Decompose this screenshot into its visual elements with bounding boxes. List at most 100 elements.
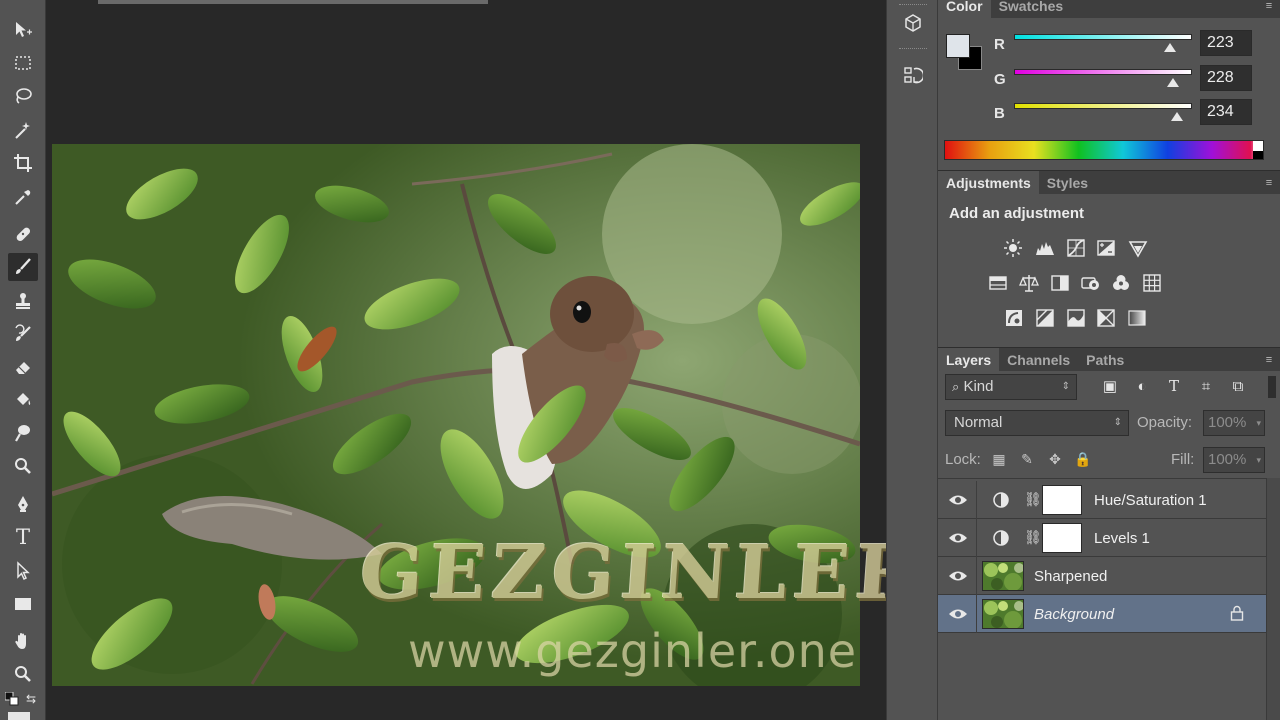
marquee-tool-icon[interactable] (8, 49, 38, 77)
dock-grip[interactable] (899, 4, 927, 7)
opacity-input[interactable]: 100% ▾ (1203, 410, 1265, 436)
lock-position-icon[interactable]: ✥ (1046, 450, 1064, 468)
channel-slider-track[interactable] (1014, 34, 1192, 40)
channel-mixer-icon[interactable] (1110, 272, 1132, 294)
channel-value-input[interactable]: 228 (1200, 65, 1252, 91)
rectangle-tool-icon[interactable] (8, 590, 38, 618)
lock-paint-icon[interactable]: ✎ (1018, 450, 1036, 468)
tab-paths[interactable]: Paths (1078, 348, 1132, 371)
fg-color-chip[interactable] (8, 712, 30, 720)
layer-name[interactable]: Hue/Saturation 1 (1094, 492, 1207, 509)
layer-row-background[interactable]: Background (938, 595, 1266, 633)
layers-scrollbar[interactable] (1266, 478, 1280, 720)
curves-icon[interactable] (1065, 237, 1087, 259)
layer-row-hue-saturation[interactable]: ⛓ Hue/Saturation 1 (938, 481, 1266, 519)
paint-bucket-tool-icon[interactable] (8, 386, 38, 414)
channel-slider-thumb[interactable] (1167, 78, 1180, 87)
lasso-tool-icon[interactable] (8, 82, 38, 110)
channel-value-input[interactable]: 234 (1200, 99, 1252, 125)
magic-wand-tool-icon[interactable] (8, 116, 38, 144)
exposure-icon[interactable] (1095, 237, 1117, 259)
adjustment-filter-icon[interactable]: ◐ (1132, 376, 1152, 396)
channel-slider-thumb[interactable] (1171, 112, 1184, 121)
layer-mask-thumbnail[interactable] (1042, 485, 1082, 515)
brush-tool-icon[interactable] (8, 253, 38, 281)
channel-value-input[interactable]: 223 (1200, 30, 1252, 56)
pen-tool-icon[interactable] (8, 490, 38, 518)
3d-panel-icon[interactable] (900, 10, 926, 36)
link-icon[interactable]: ⛓ (1024, 491, 1042, 509)
tab-adjustments[interactable]: Adjustments (938, 171, 1039, 194)
type-tool-icon[interactable]: T (8, 523, 38, 551)
visibility-eye-icon[interactable] (948, 568, 968, 584)
move-tool-icon[interactable] (8, 16, 38, 44)
tab-layers[interactable]: Layers (938, 348, 1000, 371)
fill-input[interactable]: 100% ▾ (1203, 447, 1265, 473)
tab-color[interactable]: Color (938, 0, 991, 18)
layer-row-sharpened[interactable]: Sharpened (938, 557, 1266, 595)
panel-menu-icon[interactable]: ≡ (1258, 348, 1280, 371)
dodge-tool-icon[interactable] (8, 419, 38, 447)
layers-empty-area (938, 633, 1266, 720)
tab-styles[interactable]: Styles (1039, 171, 1096, 194)
panel-menu-icon[interactable]: ≡ (1258, 171, 1280, 194)
layer-row-levels[interactable]: ⛓ Levels 1 (938, 519, 1266, 557)
threshold-icon[interactable] (1065, 307, 1087, 329)
panel-menu-icon[interactable]: ≡ (1258, 0, 1280, 18)
history-panel-icon[interactable] (900, 62, 926, 88)
shape-filter-icon[interactable]: ⌗ (1196, 376, 1216, 396)
crop-tool-icon[interactable] (8, 149, 38, 177)
vibrance-icon[interactable] (1127, 237, 1149, 259)
foreground-color-swatch[interactable] (946, 34, 970, 58)
eyedropper-tool-icon[interactable] (8, 183, 38, 211)
layer-name[interactable]: Background (1034, 606, 1114, 623)
levels-icon[interactable] (1034, 237, 1056, 259)
path-selection-tool-icon[interactable] (8, 557, 38, 585)
hand-tool-icon[interactable] (8, 627, 38, 655)
filter-toggle[interactable] (1268, 376, 1276, 398)
watermark-title: GEZGINLER (356, 530, 927, 616)
gradient-map-icon[interactable] (1126, 307, 1148, 329)
visibility-eye-icon[interactable] (948, 606, 968, 622)
lock-transparent-icon[interactable]: ▦ (990, 450, 1008, 468)
color-lookup-icon[interactable] (1141, 272, 1163, 294)
channel-slider-track[interactable] (1014, 103, 1192, 109)
selective-color-icon[interactable] (1095, 307, 1117, 329)
layer-mask-thumbnail[interactable] (1042, 523, 1082, 553)
invert-icon[interactable] (1003, 307, 1025, 329)
visibility-eye-icon[interactable] (948, 530, 968, 546)
eraser-tool-icon[interactable] (8, 353, 38, 381)
tab-swatches[interactable]: Swatches (991, 0, 1072, 18)
select-arrows-icon: ⇕ (1113, 417, 1122, 428)
color-balance-icon[interactable] (1018, 272, 1040, 294)
link-icon[interactable]: ⛓ (1024, 529, 1042, 547)
black-white-icon[interactable] (1049, 272, 1071, 294)
zoom-tool-icon[interactable] (8, 452, 38, 480)
image-filter-icon[interactable]: ▣ (1100, 376, 1120, 396)
default-colors-icon[interactable] (4, 691, 19, 706)
channel-slider-thumb[interactable] (1163, 43, 1176, 52)
brightness-contrast-icon[interactable] (1002, 237, 1024, 259)
color-spectrum-ramp[interactable] (944, 140, 1264, 160)
zoom-tool-2-icon[interactable] (8, 660, 38, 688)
photo-filter-icon[interactable] (1080, 272, 1102, 294)
layer-name[interactable]: Levels 1 (1094, 530, 1150, 547)
posterize-icon[interactable] (1034, 307, 1056, 329)
layer-thumbnail[interactable] (982, 599, 1024, 629)
history-brush-tool-icon[interactable] (8, 320, 38, 348)
blend-mode-select[interactable]: Normal ⇕ (945, 410, 1129, 436)
lock-all-icon[interactable]: 🔒 (1074, 450, 1092, 468)
dock-grip-2[interactable] (899, 48, 927, 51)
layer-thumbnail[interactable] (982, 561, 1024, 591)
hue-saturation-icon[interactable] (987, 272, 1009, 294)
visibility-eye-icon[interactable] (948, 492, 968, 508)
layer-name[interactable]: Sharpened (1034, 568, 1107, 585)
layer-filter-select[interactable]: ⌕ Kind ⇕ (945, 374, 1077, 400)
swap-colors-icon[interactable]: ⇆ (26, 692, 40, 706)
type-filter-icon[interactable]: T (1164, 376, 1184, 396)
tab-channels[interactable]: Channels (999, 348, 1078, 371)
healing-brush-tool-icon[interactable] (8, 220, 38, 248)
clone-stamp-tool-icon[interactable] (8, 287, 38, 315)
channel-slider-track[interactable] (1014, 69, 1192, 75)
smart-object-filter-icon[interactable]: ⧉ (1228, 376, 1248, 396)
